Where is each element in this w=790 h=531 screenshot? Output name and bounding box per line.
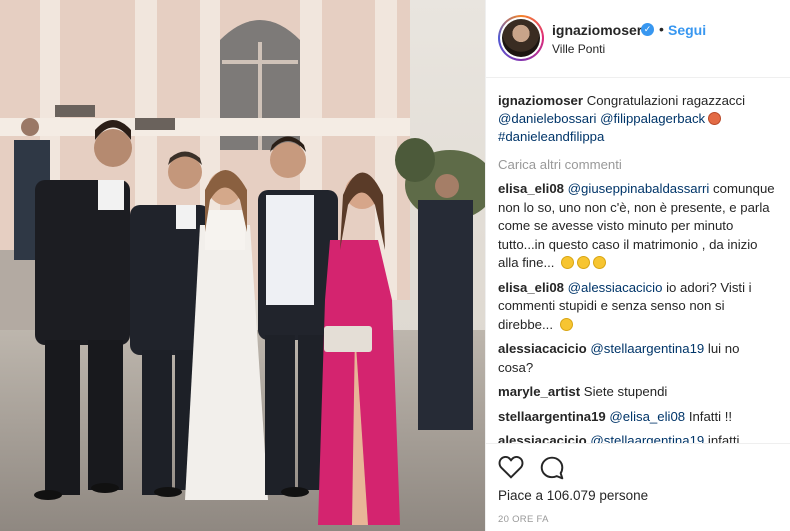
comments-list[interactable]: ignaziomoser Congratulazioni ragazzacci …	[486, 78, 790, 443]
comment-username[interactable]: elisa_eli08	[498, 181, 564, 196]
comment: elisa_eli08 @alessiacacicio io adori? Vi…	[498, 279, 775, 335]
caption-hashtag[interactable]: #danieleandfilippa	[498, 129, 604, 144]
comment-username[interactable]: maryle_artist	[498, 384, 580, 399]
avatar[interactable]	[498, 15, 544, 61]
emoji-icon	[577, 256, 591, 269]
post-timestamp[interactable]: 20 ORE FA	[498, 514, 549, 525]
post-sidebar: ignaziomoser ✓ • Segui Ville Ponti ignaz…	[485, 0, 790, 531]
comment: alessiacacicio @stellaargentina19 infatt…	[498, 432, 775, 443]
comment-text: Infatti !!	[688, 408, 733, 424]
comment: alessiacacicio @stellaargentina19 lui no…	[498, 340, 775, 377]
post-caption: ignaziomoser Congratulazioni ragazzacci …	[498, 92, 775, 146]
load-more-comments-button[interactable]: Carica altri commenti	[498, 156, 775, 174]
profile-picture	[502, 19, 540, 57]
wedding-photo-image	[0, 0, 485, 531]
comment-username[interactable]: stellaargentina19	[498, 409, 606, 424]
comment-username[interactable]: elisa_eli08	[498, 280, 564, 295]
location-link[interactable]: Ville Ponti	[552, 42, 605, 56]
caption-username[interactable]: ignaziomoser	[498, 93, 583, 108]
caption-mention[interactable]: @danielebossari	[498, 111, 596, 126]
rings-emoji-icon	[708, 112, 722, 125]
comment-username[interactable]: alessiacacicio	[498, 341, 587, 356]
caption-text: Congratulazioni ragazzacci	[586, 93, 746, 108]
header-username[interactable]: ignaziomoser	[552, 22, 642, 38]
caption-mention[interactable]: @filippalagerback	[600, 111, 705, 126]
comment-username[interactable]: alessiacacicio	[498, 433, 587, 443]
likes-count[interactable]: Piace a 106.079 persone	[498, 488, 648, 503]
comment-mention[interactable]: @stellaargentina19	[590, 341, 704, 356]
comment-mention[interactable]: @stellaargentina19	[590, 433, 704, 443]
comment-mention[interactable]: @alessiacacicio	[568, 280, 663, 295]
heart-icon[interactable]	[498, 455, 524, 479]
speech-bubble-icon[interactable]	[539, 455, 565, 481]
post-actions: Piace a 106.079 persone 20 ORE FA	[486, 443, 790, 531]
comment-text: Siete stupendi	[583, 384, 668, 399]
emoji-icon	[559, 317, 573, 331]
comment-text: infatti,	[707, 433, 744, 443]
follow-button[interactable]: Segui	[668, 22, 706, 38]
emoji-icon	[593, 256, 607, 269]
post-photo[interactable]	[0, 0, 485, 531]
comment: stellaargentina19 @elisa_eli08 Infatti !…	[498, 408, 775, 427]
separator-dot: •	[659, 21, 664, 37]
emoji-icon	[561, 256, 575, 269]
comment-mention[interactable]: @giuseppinabaldassarri	[568, 181, 710, 196]
verified-badge-icon: ✓	[641, 23, 654, 36]
comment-mention[interactable]: @elisa_eli08	[609, 409, 685, 424]
post-header: ignaziomoser ✓ • Segui Ville Ponti	[486, 0, 790, 78]
comment: elisa_eli08 @giuseppinabaldassarri comun…	[498, 180, 775, 273]
comment: maryle_artist Siete stupendi	[498, 383, 775, 402]
